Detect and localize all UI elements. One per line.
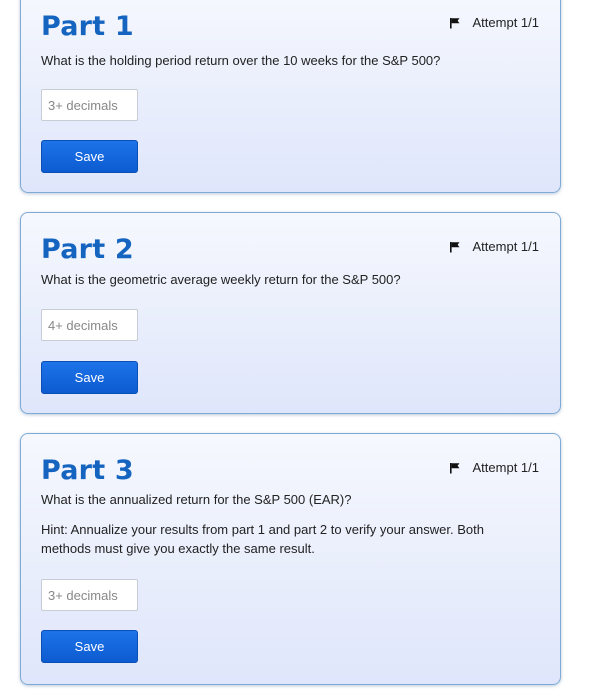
question-text: What is the geometric average weekly ret… [41, 272, 401, 287]
part-2-card: Part 2 Attempt 1/1 What is the geometric… [20, 212, 561, 414]
attempt-label: Attempt 1/1 [472, 15, 539, 30]
attempt-label: Attempt 1/1 [472, 239, 539, 254]
flag-icon[interactable] [449, 241, 461, 253]
save-button[interactable]: Save [41, 630, 138, 663]
save-button[interactable]: Save [41, 361, 138, 394]
flag-icon[interactable] [449, 462, 461, 474]
question-text: What is the annualized return for the S&… [41, 492, 352, 507]
page: Part 1 Attempt 1/1 What is the holding p… [0, 0, 590, 700]
answer-input[interactable] [41, 89, 138, 121]
attempt-indicator[interactable]: Attempt 1/1 [449, 15, 539, 30]
part-title: Part 1 [41, 11, 134, 42]
save-button[interactable]: Save [41, 140, 138, 173]
attempt-label: Attempt 1/1 [472, 460, 539, 475]
part-3-card: Part 3 Attempt 1/1 What is the annualize… [20, 433, 561, 685]
part-title: Part 3 [41, 455, 134, 486]
question-text: What is the holding period return over t… [41, 53, 441, 68]
part-1-card: Part 1 Attempt 1/1 What is the holding p… [20, 0, 561, 193]
hint-text: Hint: Annualize your results from part 1… [41, 522, 484, 556]
flag-icon[interactable] [449, 17, 461, 29]
part-title: Part 2 [41, 234, 134, 265]
attempt-indicator[interactable]: Attempt 1/1 [449, 239, 539, 254]
attempt-indicator[interactable]: Attempt 1/1 [449, 460, 539, 475]
answer-input[interactable] [41, 579, 138, 611]
answer-input[interactable] [41, 309, 138, 341]
